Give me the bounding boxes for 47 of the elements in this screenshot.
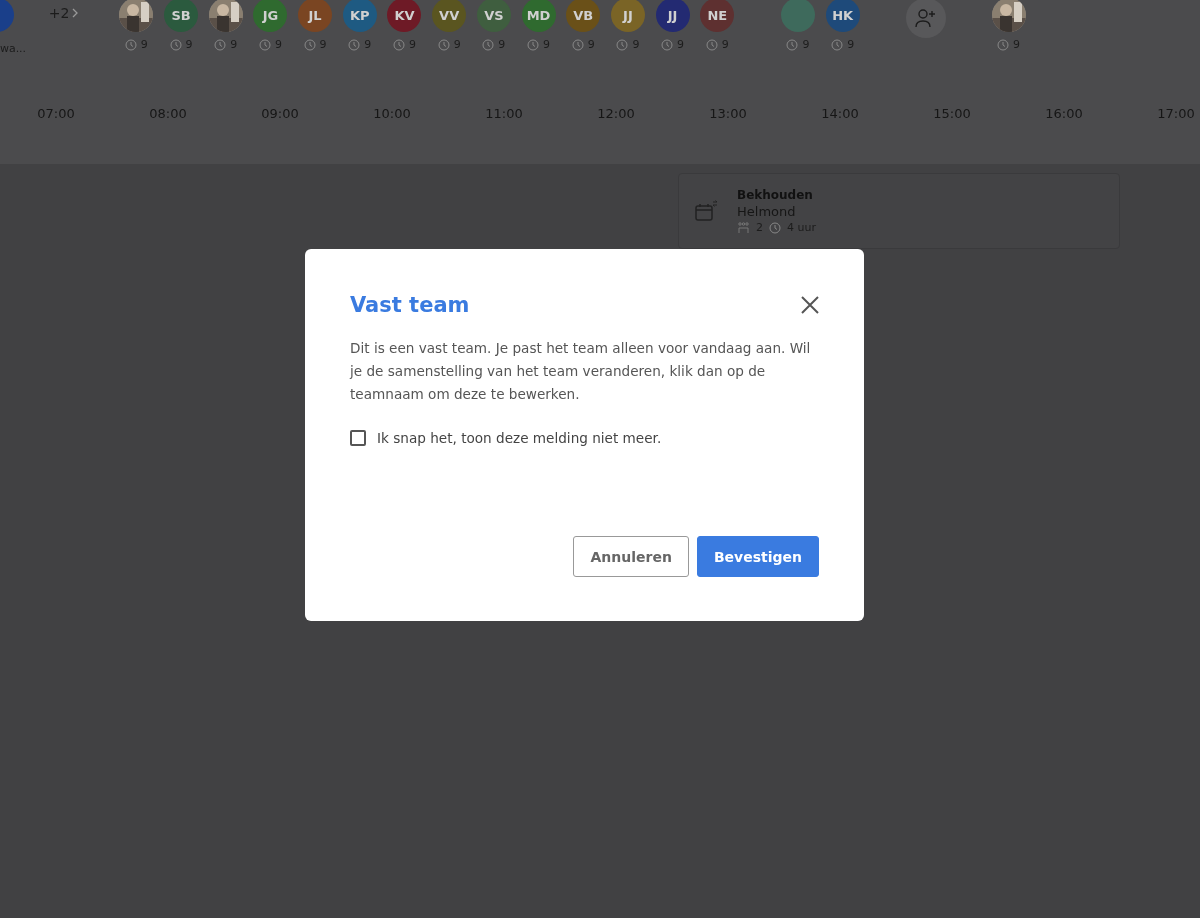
avatar[interactable]: JG bbox=[253, 0, 288, 32]
avatar[interactable]: KP bbox=[342, 0, 377, 32]
close-button[interactable] bbox=[801, 296, 819, 314]
clock-icon bbox=[214, 38, 227, 51]
avatar[interactable]: JL bbox=[298, 0, 333, 32]
checkbox-label: Ik snap het, toon deze melding niet meer. bbox=[377, 430, 662, 446]
hour-label: 15:00 bbox=[932, 106, 972, 121]
clock-icon bbox=[348, 38, 361, 51]
clock-icon bbox=[258, 38, 271, 51]
avatar[interactable]: JJ bbox=[610, 0, 645, 32]
clock-icon bbox=[997, 38, 1010, 51]
clock-icon bbox=[124, 38, 137, 51]
avatar[interactable]: MD bbox=[521, 0, 556, 32]
hour-label: 16:00 bbox=[1044, 106, 1084, 121]
add-user-icon bbox=[914, 8, 937, 28]
clock-icon bbox=[482, 38, 495, 51]
close-icon bbox=[801, 296, 819, 314]
clock-icon bbox=[769, 221, 781, 234]
hour-label: 09:00 bbox=[260, 106, 300, 121]
calendar-swap-icon bbox=[695, 200, 719, 222]
avatar[interactable]: HK bbox=[825, 0, 860, 32]
cancel-button[interactable]: Annuleren bbox=[573, 536, 689, 577]
clock-icon bbox=[527, 38, 540, 51]
avatar[interactable]: JJ bbox=[655, 0, 690, 32]
clock-icon bbox=[616, 38, 629, 51]
clock-icon bbox=[303, 38, 316, 51]
add-member-button[interactable] bbox=[905, 0, 946, 38]
avatar[interactable]: VV bbox=[432, 0, 467, 32]
avatar[interactable]: KV bbox=[387, 0, 422, 32]
clock-icon bbox=[169, 38, 182, 51]
chevron-right-icon[interactable] bbox=[71, 8, 80, 18]
avatar[interactable]: VS bbox=[476, 0, 511, 32]
dialog-message: Dit is een vast team. Je past het team alleen voor vandaag aan. Wil je de samenstelling van het team veranderen, klik dan op de teamnaam om deze te bewerken. bbox=[350, 339, 812, 404]
confirm-button[interactable]: Bevestigen bbox=[696, 536, 819, 577]
avatar[interactable]: NE bbox=[700, 0, 735, 32]
avatar[interactable]: VB bbox=[566, 0, 601, 32]
clock-icon bbox=[437, 38, 450, 51]
avatar[interactable]: SB bbox=[164, 0, 199, 32]
clock-icon bbox=[571, 38, 584, 51]
clock-icon bbox=[831, 38, 844, 51]
dialog-title: Vast team bbox=[350, 293, 470, 317]
clock-icon bbox=[661, 38, 674, 51]
clock-icon bbox=[705, 38, 718, 51]
clock-icon bbox=[786, 38, 799, 51]
checkbox[interactable] bbox=[350, 430, 366, 446]
people-icon bbox=[737, 221, 750, 234]
clock-icon bbox=[392, 38, 405, 51]
